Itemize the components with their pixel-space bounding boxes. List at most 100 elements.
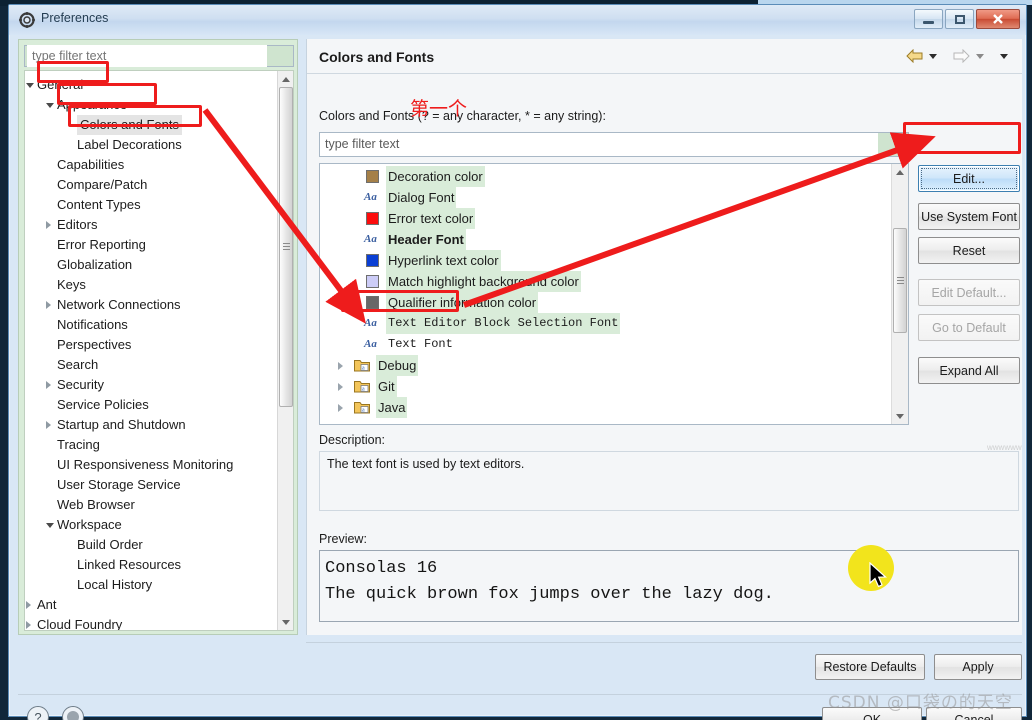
colors-fonts-filter-clear[interactable]: [878, 132, 909, 157]
twisty-collapsed-icon[interactable]: [338, 383, 343, 391]
tree-item-tracing[interactable]: Tracing: [25, 435, 277, 455]
list-scrollbar[interactable]: [891, 164, 908, 424]
tree-scroll-down-button[interactable]: [278, 614, 293, 630]
color-swatch-icon: [366, 170, 379, 183]
twisty-expanded-icon[interactable]: [46, 103, 54, 108]
tree-item-colors-and-fonts[interactable]: Colors and Fonts: [25, 115, 277, 135]
tree-item-web-browser[interactable]: Web Browser: [25, 495, 277, 515]
tree-item-compare-patch[interactable]: Compare/Patch: [25, 175, 277, 195]
tree-scroll-up-button[interactable]: [278, 71, 293, 87]
tree-item-error-reporting[interactable]: Error Reporting: [25, 235, 277, 255]
use-system-font-button[interactable]: Use System Font: [918, 203, 1020, 230]
reset-label: Reset: [952, 243, 986, 258]
twisty-collapsed-icon[interactable]: [26, 621, 31, 629]
colors-fonts-filter-input[interactable]: [319, 132, 909, 157]
preferences-tree[interactable]: General Appearance Colors and Fonts Label D…: [24, 70, 294, 631]
tree-filter-input[interactable]: [27, 45, 267, 67]
list-item-hyperlink-text-color[interactable]: Hyperlink text color: [320, 250, 891, 271]
tree-item-workspace[interactable]: Workspace: [25, 515, 277, 535]
tree-item-user-storage-service[interactable]: User Storage Service: [25, 475, 277, 495]
tree-item-security[interactable]: Security: [25, 375, 277, 395]
tree-item-startup-and-shutdown[interactable]: Startup and Shutdown: [25, 415, 277, 435]
tree-item-label: Keys: [57, 277, 86, 292]
use-system-font-label: Use System Font: [921, 209, 1017, 224]
list-item-label: Match highlight background color: [386, 271, 581, 292]
list-item-match-highlight-background-color[interactable]: Match highlight background color: [320, 271, 891, 292]
tree-item-service-policies[interactable]: Service Policies: [25, 395, 277, 415]
view-menu-icon[interactable]: [1000, 53, 1008, 59]
twisty-collapsed-icon[interactable]: [338, 362, 343, 370]
list-item-error-text-color[interactable]: Error text color: [320, 208, 891, 229]
tree-item-label: Colors and Fonts: [77, 115, 182, 135]
tree-item-general[interactable]: General: [25, 75, 277, 95]
reset-button[interactable]: Reset: [918, 237, 1020, 264]
tree-item-capabilities[interactable]: Capabilities: [25, 155, 277, 175]
tree-item-network-connections[interactable]: Network Connections: [25, 295, 277, 315]
colors-fonts-list[interactable]: Decoration color Aa Dialog Font Error text …: [319, 163, 909, 425]
list-scroll-up-button[interactable]: [892, 164, 908, 180]
help-question-icon[interactable]: ?: [27, 706, 49, 720]
list-item-header-font[interactable]: Aa Header Font: [320, 229, 891, 250]
tree-scroll-thumb[interactable]: [279, 87, 293, 407]
twisty-collapsed-icon[interactable]: [46, 421, 51, 429]
twisty-collapsed-icon[interactable]: [338, 404, 343, 412]
svg-text:a: a: [362, 408, 365, 414]
list-item-java[interactable]: a Java: [320, 397, 891, 418]
twisty-collapsed-icon[interactable]: [46, 301, 51, 309]
tree-item-ui-responsiveness-monitoring[interactable]: UI Responsiveness Monitoring: [25, 455, 277, 475]
preview-line-2: The quick brown fox jumps over the lazy …: [325, 585, 774, 604]
color-swatch-icon: [366, 296, 379, 309]
twisty-collapsed-icon[interactable]: [46, 221, 51, 229]
list-item-dialog-font[interactable]: Aa Dialog Font: [320, 187, 891, 208]
go-to-default-button[interactable]: Go to Default: [918, 314, 1020, 341]
edit-button-label: Edit...: [953, 171, 985, 186]
font-sample-icon: Aa: [364, 191, 377, 203]
list-item-decoration-color[interactable]: Decoration color: [320, 166, 891, 187]
forward-dropdown-icon[interactable]: [976, 53, 984, 59]
restore-defaults-button[interactable]: Restore Defaults: [815, 654, 925, 680]
list-item-text-font[interactable]: Aa Text Font: [320, 334, 891, 355]
expand-all-button[interactable]: Expand All: [918, 357, 1020, 384]
list-item-text-editor-block-selection-font[interactable]: Aa Text Editor Block Selection Font: [320, 313, 891, 334]
tree-item-linked-resources[interactable]: Linked Resources: [25, 555, 277, 575]
twisty-expanded-icon[interactable]: [46, 523, 54, 528]
list-scroll-thumb[interactable]: [893, 228, 907, 333]
circle-dot-icon[interactable]: [62, 706, 84, 720]
tree-item-cloud-foundry[interactable]: Cloud Foundry: [25, 615, 277, 630]
list-item-git[interactable]: a Git: [320, 376, 891, 397]
tree-item-keys[interactable]: Keys: [25, 275, 277, 295]
back-dropdown-icon[interactable]: [929, 53, 937, 59]
tree-scrollbar[interactable]: [277, 71, 293, 630]
minimize-button[interactable]: [914, 9, 943, 29]
list-scroll-down-button[interactable]: [892, 408, 908, 424]
apply-button[interactable]: Apply: [934, 654, 1022, 680]
tree-item-ant[interactable]: Ant: [25, 595, 277, 615]
tree-item-search[interactable]: Search: [25, 355, 277, 375]
tree-item-editors[interactable]: Editors: [25, 215, 277, 235]
tree-item-content-types[interactable]: Content Types: [25, 195, 277, 215]
edit-button[interactable]: Edit...: [918, 165, 1020, 192]
window-controls: [914, 9, 1020, 29]
tree-item-label: Network Connections: [57, 297, 181, 312]
maximize-button[interactable]: [945, 9, 974, 29]
twisty-collapsed-icon[interactable]: [46, 381, 51, 389]
tree-item-label: Build Order: [77, 537, 143, 552]
tree-item-build-order[interactable]: Build Order: [25, 535, 277, 555]
tree-item-label: Linked Resources: [77, 557, 182, 572]
tree-item-globalization[interactable]: Globalization: [25, 255, 277, 275]
tree-item-appearance[interactable]: Appearance: [25, 95, 277, 115]
back-arrow-icon[interactable]: [906, 49, 923, 63]
close-button[interactable]: [976, 9, 1020, 29]
list-item-label: Debug: [376, 355, 419, 376]
tree-item-perspectives[interactable]: Perspectives: [25, 335, 277, 355]
list-item-debug[interactable]: a Debug: [320, 355, 891, 376]
twisty-expanded-icon[interactable]: [26, 83, 34, 88]
tree-item-notifications[interactable]: Notifications: [25, 315, 277, 335]
twisty-collapsed-icon[interactable]: [26, 601, 31, 609]
chevron-down-icon: [282, 619, 290, 625]
list-item-qualifier-information-color[interactable]: Qualifier information color: [320, 292, 891, 313]
edit-default-button[interactable]: Edit Default...: [918, 279, 1020, 306]
tree-item-local-history[interactable]: Local History: [25, 575, 277, 595]
tree-item-label-decorations[interactable]: Label Decorations: [25, 135, 277, 155]
annotation-chinese-note: 第一个: [410, 98, 468, 120]
